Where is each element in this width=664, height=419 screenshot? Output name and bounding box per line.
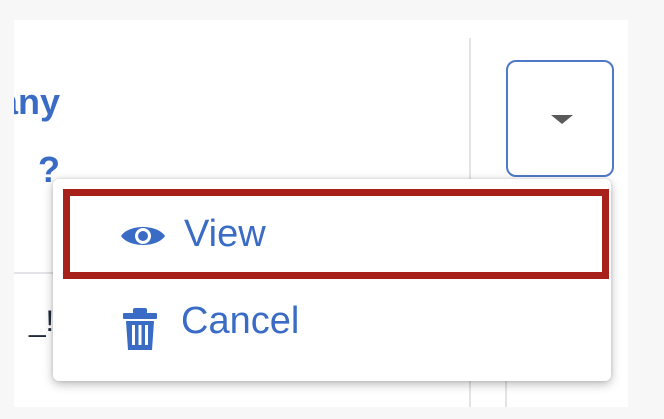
page-background [0, 0, 14, 419]
menu-item-cancel[interactable]: Cancel [53, 279, 611, 367]
actions-dropdown-button[interactable] [506, 60, 614, 177]
column-divider [505, 380, 507, 407]
cell-text-fragment: !_ [28, 305, 54, 338]
menu-item-cancel-label: Cancel [181, 300, 300, 342]
caret-down-icon [551, 115, 573, 124]
menu-item-view-label: View [184, 213, 266, 255]
actions-dropdown-menu: View Cancel [53, 179, 611, 381]
page-background [628, 0, 664, 419]
eye-icon [121, 227, 165, 245]
page-background [0, 407, 664, 419]
row-divider [14, 272, 54, 274]
table-fragment: Company ? !_ View Cancel [0, 0, 664, 419]
page-background [0, 0, 664, 20]
trash-icon [123, 308, 157, 350]
menu-item-view[interactable]: View [63, 189, 609, 279]
company-link-line1[interactable]: Company [14, 82, 60, 122]
